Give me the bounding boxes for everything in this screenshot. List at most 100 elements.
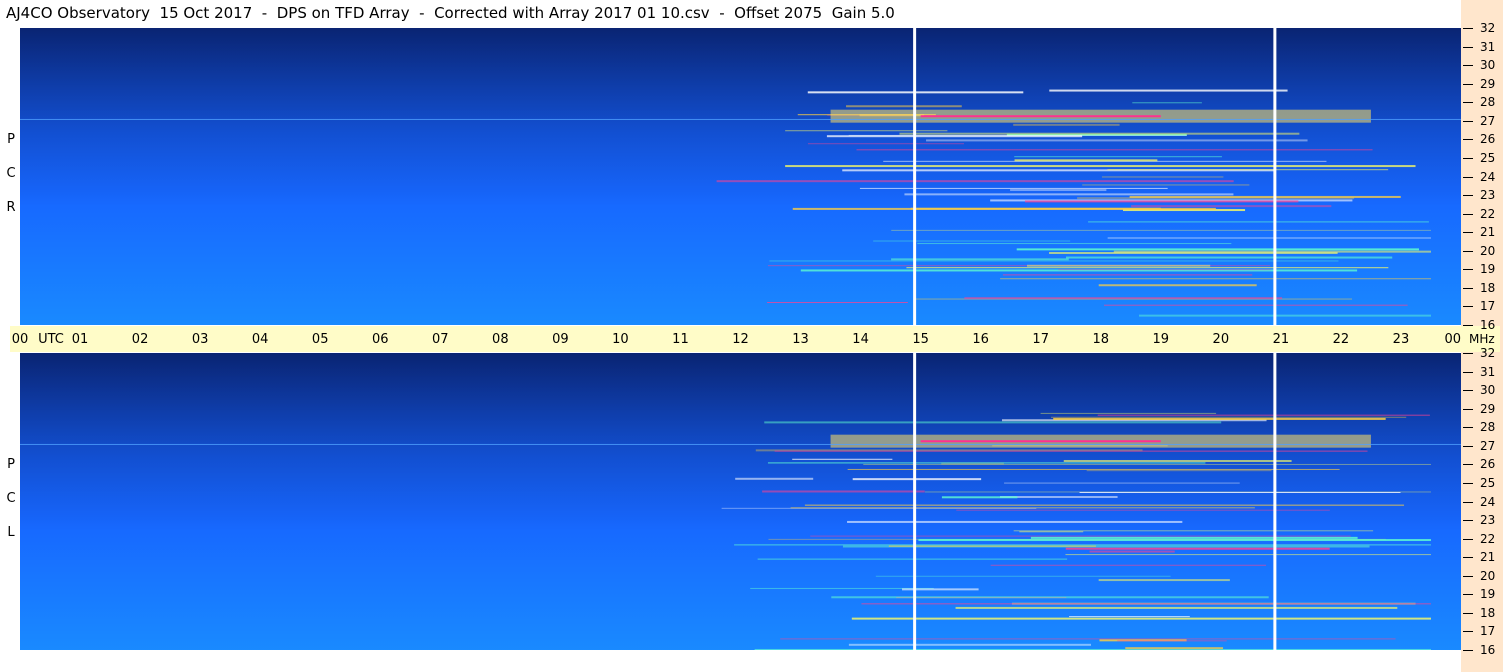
interference-streak bbox=[1010, 189, 1107, 192]
frequency-tick bbox=[1463, 594, 1473, 596]
lcp-spectrogram bbox=[20, 353, 1461, 650]
frequency-tick bbox=[1463, 650, 1473, 651]
interference-streak bbox=[1000, 278, 1431, 280]
frequency-tick bbox=[1463, 269, 1473, 271]
frequency-tick-label: 28 bbox=[1480, 95, 1496, 110]
interference-streak bbox=[1030, 536, 1358, 539]
frequency-tick-label: 21 bbox=[1480, 550, 1496, 565]
interference-streak bbox=[1086, 470, 1272, 472]
rcp-letter-2: C bbox=[6, 166, 16, 181]
mhz-unit-label: MHz bbox=[1469, 332, 1495, 346]
interference-streak bbox=[1088, 221, 1429, 223]
time-marker-line bbox=[1273, 28, 1277, 325]
time-tick-label: 04 bbox=[251, 332, 269, 347]
interference-streak bbox=[807, 143, 965, 145]
low-frequency-glow bbox=[20, 353, 1461, 650]
interference-streak bbox=[754, 648, 1431, 650]
interference-streak bbox=[856, 149, 1373, 151]
rcp-polarization-label: P C R bbox=[3, 123, 19, 225]
interference-streak bbox=[917, 243, 1232, 245]
interference-streak bbox=[847, 520, 1183, 523]
time-tick-label: 08 bbox=[492, 332, 509, 347]
frequency-tick bbox=[1463, 157, 1473, 159]
interference-streak bbox=[826, 135, 1083, 138]
time-tick-label: 11 bbox=[672, 332, 689, 347]
interference-streak bbox=[1065, 256, 1393, 259]
interference-streak bbox=[1082, 184, 1250, 186]
interference-streak bbox=[941, 496, 1018, 499]
frequency-tick bbox=[1463, 631, 1473, 633]
rcp-spectrogram-panel bbox=[20, 28, 1461, 325]
frequency-tick-label: 30 bbox=[1480, 58, 1496, 73]
time-tick-label: 09 bbox=[552, 332, 569, 347]
time-tick-label: 10 bbox=[612, 332, 629, 347]
interference-streak bbox=[785, 130, 948, 132]
interference-streak bbox=[1117, 640, 1227, 642]
frequency-tick-label: 27 bbox=[1480, 438, 1496, 453]
interference-streak bbox=[1013, 123, 1120, 126]
frequency-tick bbox=[1463, 83, 1473, 85]
frequency-tick-label: 23 bbox=[1480, 513, 1496, 528]
time-tick-label: 15 bbox=[912, 332, 929, 347]
interference-streak bbox=[1014, 156, 1222, 158]
time-tick-label: 14 bbox=[852, 332, 869, 347]
frequency-tick-label: 32 bbox=[1480, 21, 1496, 35]
interference-streak bbox=[1125, 647, 1224, 650]
time-tick-label: 17 bbox=[1032, 332, 1049, 347]
frequency-tick bbox=[1463, 325, 1473, 326]
interference-streak bbox=[767, 462, 1206, 464]
interference-streak bbox=[1049, 251, 1338, 254]
frequency-tick bbox=[1463, 408, 1473, 410]
frequency-tick-label: 20 bbox=[1480, 568, 1496, 583]
chart-title: AJ4CO Observatory 15 Oct 2017 - DPS on T… bbox=[6, 4, 895, 22]
interference-streak bbox=[848, 643, 1091, 646]
interference-streak bbox=[757, 558, 1068, 560]
rcp-spectrogram bbox=[20, 28, 1461, 325]
interference-streak bbox=[1053, 417, 1386, 420]
frequency-tick bbox=[1463, 213, 1473, 215]
frequency-tick-label: 29 bbox=[1480, 76, 1496, 91]
interference-streak bbox=[1129, 195, 1401, 198]
interference-streak bbox=[716, 180, 1234, 183]
utc-unit-label: UTC bbox=[38, 332, 64, 347]
interference-streak bbox=[769, 260, 1339, 262]
interference-streak bbox=[804, 504, 1405, 506]
rcp-letter-1: P bbox=[7, 132, 15, 147]
frequency-tick-label: 18 bbox=[1480, 605, 1496, 620]
frequency-tick-label: 27 bbox=[1480, 113, 1496, 128]
frequency-tick-label: 30 bbox=[1480, 383, 1496, 398]
interference-streak bbox=[852, 478, 982, 481]
frequency-tick bbox=[1463, 501, 1473, 503]
interference-streak bbox=[891, 258, 1069, 261]
interference-streak bbox=[875, 575, 1171, 577]
frequency-tick-label: 22 bbox=[1480, 531, 1496, 546]
frequency-tick-label: 32 bbox=[1480, 346, 1496, 360]
frequency-tick-label: 25 bbox=[1480, 475, 1496, 490]
interference-streak bbox=[861, 603, 1431, 605]
time-tick-label: 13 bbox=[792, 332, 809, 347]
interference-streak bbox=[1098, 284, 1257, 287]
frequency-tick bbox=[1463, 557, 1473, 559]
interference-streak bbox=[847, 468, 1340, 470]
interference-streak bbox=[734, 544, 1431, 546]
frequency-tick bbox=[1463, 232, 1473, 234]
frequency-tick-label: 29 bbox=[1480, 401, 1496, 416]
interference-streak bbox=[790, 507, 1255, 509]
time-tick-label: 19 bbox=[1152, 332, 1170, 347]
emission-peak-27mhz bbox=[920, 115, 1161, 118]
interference-streak bbox=[1107, 237, 1431, 239]
interference-streak bbox=[1098, 579, 1230, 582]
interference-streak bbox=[785, 165, 1416, 168]
frequency-tick-label: 17 bbox=[1480, 624, 1496, 639]
lcp-letter-3: L bbox=[7, 525, 15, 540]
frequency-tick bbox=[1463, 575, 1473, 577]
frequency-tick bbox=[1463, 306, 1473, 308]
interference-streak bbox=[735, 477, 814, 480]
time-tick-label: 06 bbox=[371, 332, 389, 347]
frequency-tick-label: 24 bbox=[1480, 494, 1496, 509]
interference-streak bbox=[918, 539, 1431, 542]
interference-streak bbox=[955, 606, 1398, 609]
frequency-tick bbox=[1463, 390, 1473, 392]
time-tick-label: 02 bbox=[131, 332, 149, 347]
low-frequency-glow bbox=[20, 28, 1461, 325]
